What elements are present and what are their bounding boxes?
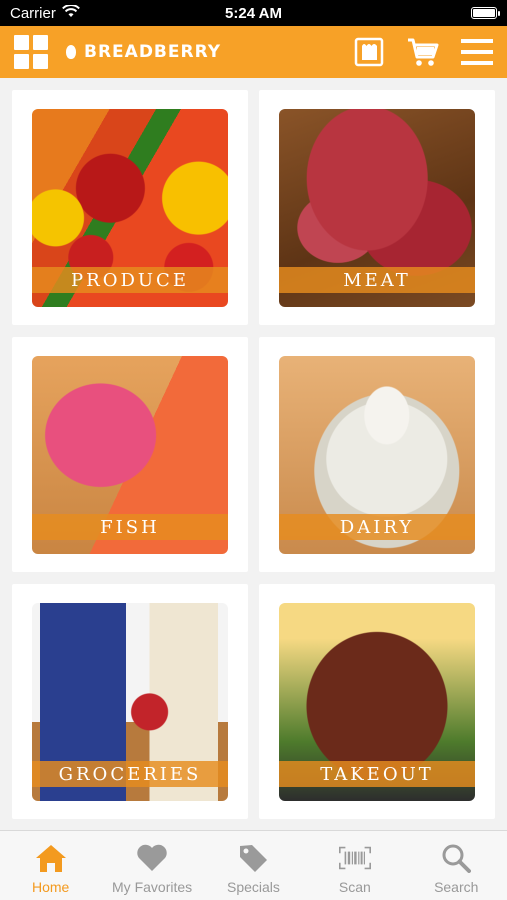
status-time: 5:24 AM [225, 4, 282, 22]
tab-label: Search [434, 879, 479, 895]
category-label-bar: GROCERIES [32, 761, 228, 787]
category-card-dairy[interactable]: DAIRY [259, 337, 495, 572]
cart-icon[interactable] [407, 36, 439, 68]
meat-image: MEAT [279, 109, 475, 307]
category-label: MEAT [343, 269, 411, 291]
brand-logo-icon [66, 45, 76, 59]
tab-search[interactable]: Search [408, 843, 504, 895]
category-label: DAIRY [339, 516, 415, 538]
category-card-produce[interactable]: PRODUCE [12, 90, 248, 325]
category-label-bar: MEAT [279, 267, 475, 293]
dairy-image: DAIRY [279, 356, 475, 554]
produce-image: PRODUCE [32, 109, 228, 307]
tab-scan[interactable]: Scan [307, 843, 403, 895]
brand: BREADBERRY [66, 42, 221, 62]
tab-label: Specials [227, 879, 280, 895]
heart-icon [136, 843, 168, 873]
category-card-groceries[interactable]: GROCERIES [12, 584, 248, 819]
header-actions [353, 36, 493, 68]
status-bar: Carrier 5:24 AM [0, 0, 507, 26]
category-label-bar: TAKEOUT [279, 761, 475, 787]
battery-icon [471, 7, 500, 19]
category-grid: PRODUCE MEAT FISH DAIRY GROCERIES TAKEOU… [12, 90, 495, 819]
hamburger-menu-icon[interactable] [461, 36, 493, 68]
category-label-bar: FISH [32, 514, 228, 540]
groceries-image: GROCERIES [32, 603, 228, 801]
home-icon [35, 843, 67, 873]
tag-icon [237, 843, 269, 873]
category-label-bar: PRODUCE [32, 267, 228, 293]
category-card-meat[interactable]: MEAT [259, 90, 495, 325]
category-label: TAKEOUT [320, 763, 434, 785]
brand-name: BREADBERRY [84, 42, 222, 62]
takeout-image: TAKEOUT [279, 603, 475, 801]
tab-my-favorites[interactable]: My Favorites [104, 843, 200, 895]
tab-specials[interactable]: Specials [205, 843, 301, 895]
app-header: BREADBERRY [0, 26, 507, 78]
tab-bar: Home My Favorites Specials Scan Search [0, 830, 507, 900]
category-card-fish[interactable]: FISH [12, 337, 248, 572]
category-label: FISH [100, 516, 160, 538]
search-icon [440, 843, 472, 873]
tab-label: My Favorites [112, 879, 193, 895]
tab-home[interactable]: Home [3, 843, 99, 895]
grid-menu-icon[interactable] [14, 35, 48, 69]
tab-label: Home [32, 879, 70, 895]
category-label: GROCERIES [58, 763, 202, 785]
tab-label: Scan [338, 879, 371, 895]
category-label: PRODUCE [71, 269, 189, 291]
category-label-bar: DAIRY [279, 514, 475, 540]
category-card-takeout[interactable]: TAKEOUT [259, 584, 495, 819]
store-icon[interactable] [353, 36, 385, 68]
fish-image: FISH [32, 356, 228, 554]
barcode-icon [338, 843, 371, 873]
